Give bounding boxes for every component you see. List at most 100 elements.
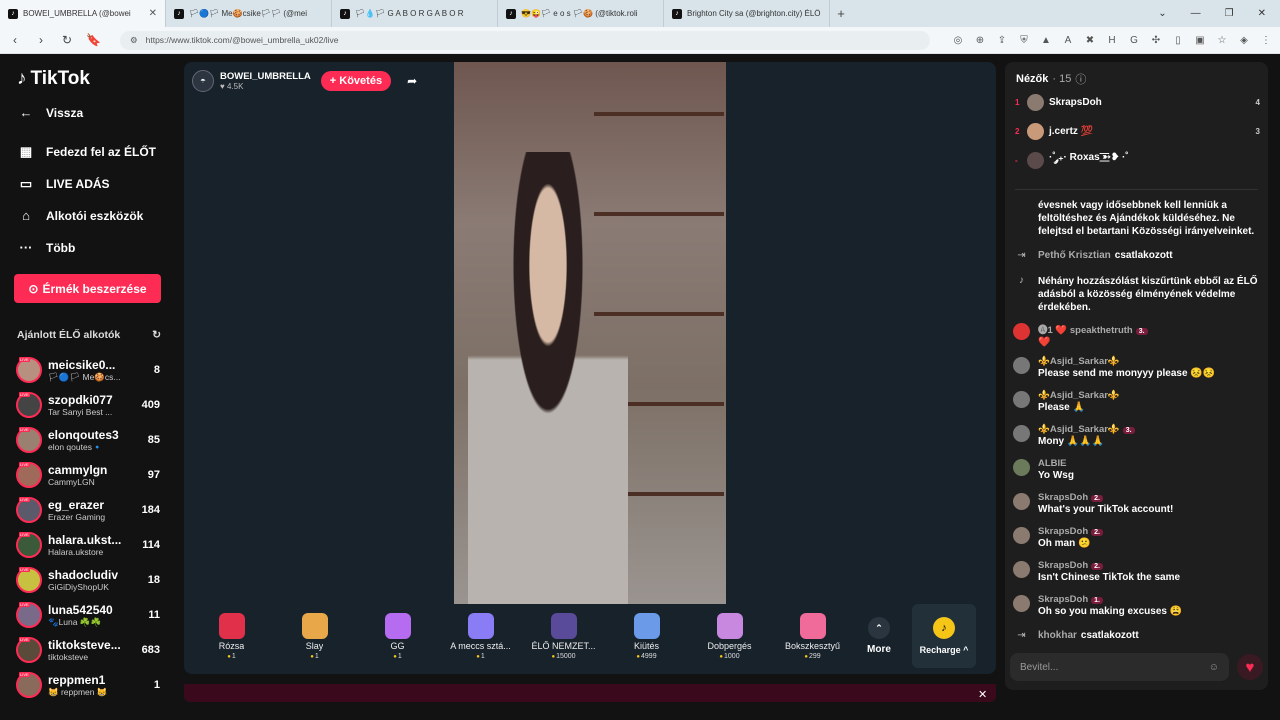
avatar[interactable] — [1013, 425, 1030, 442]
creator-item[interactable]: shadocludivGiGiDiyShopUK 18 — [16, 564, 160, 596]
creator-item[interactable]: halara.ukst...Halara.ukstore 114 — [16, 529, 160, 561]
viewer-row[interactable]: 2 j.certz 💯 3 — [1015, 122, 1260, 140]
back-arrow-icon[interactable]: ‹ — [8, 33, 22, 47]
share-icon[interactable]: ➦ — [407, 74, 417, 88]
join-message: ⇥ Pethő Krisztian csatlakozott — [1013, 250, 1263, 267]
message-user[interactable]: khokhar — [1038, 630, 1077, 641]
gift-item[interactable]: Dobpergés 1000 — [688, 612, 771, 660]
bookmark-icon[interactable]: 🔖 — [86, 33, 101, 47]
reload-icon[interactable]: ↻ — [60, 33, 74, 47]
shield-icon[interactable]: ⛨ — [1018, 35, 1030, 46]
creator-name: tiktoksteve... — [48, 638, 121, 652]
new-tab-button[interactable]: + — [830, 6, 852, 21]
browser-tab[interactable]: ♪ 😎😜🏳 e o s 🏳🍪 (@tiktok.roli — [498, 0, 664, 27]
avatar[interactable] — [1013, 595, 1030, 612]
forward-arrow-icon[interactable]: › — [34, 33, 48, 47]
maximize-icon[interactable]: ❐ — [1225, 8, 1234, 19]
viewer-row[interactable]: - ·˚ ༘₊· Roxas ͟͟͞͞➳❥ ·˚ — [1015, 151, 1260, 169]
message-user[interactable]: ⚜️Asjid_Sarkar⚜️ — [1038, 390, 1120, 401]
message-user[interactable]: SkrapsDoh — [1038, 560, 1088, 571]
more-gifts-button[interactable]: ⌃ More — [854, 617, 904, 655]
zoom-icon[interactable]: ⊕ — [974, 35, 986, 46]
wallet-icon[interactable]: ▣ — [1194, 35, 1206, 46]
avatar[interactable] — [1013, 561, 1030, 578]
close-icon[interactable]: ✕ — [978, 688, 987, 701]
gift-item[interactable]: Bokszkesztyű 299 — [771, 612, 854, 660]
bottom-banner[interactable] — [184, 684, 996, 702]
extension-icon[interactable]: H — [1106, 35, 1118, 46]
creator-item[interactable]: cammylgnCammyLGN 97 — [16, 459, 160, 491]
gift-item[interactable]: ÉLŐ NEMZET... 15000 — [522, 612, 605, 660]
broadcast-icon[interactable]: ◎ — [952, 35, 964, 46]
avatar[interactable] — [1013, 391, 1030, 408]
url-field[interactable]: ⚙ https://www.tiktok.com/@bowei_umbrella_… — [120, 30, 930, 50]
chevron-down-icon[interactable]: ⌄ — [1158, 8, 1166, 19]
menu-icon[interactable]: ⋮ — [1260, 35, 1272, 46]
nav-explore-live[interactable]: ▦ Fedezd fel az ÉLŐT — [18, 144, 156, 160]
close-icon[interactable]: ✕ — [1258, 8, 1266, 19]
minimize-icon[interactable]: — — [1191, 8, 1201, 19]
avatar[interactable] — [1013, 357, 1030, 374]
creator-item[interactable]: meicsike0...🏳🔵🏳 Me🍪cs... 8 — [16, 354, 160, 386]
emoji-icon[interactable]: ☺ — [1209, 662, 1219, 673]
creator-item[interactable]: tiktoksteve...tiktoksteve 683 — [16, 634, 160, 666]
live-video[interactable] — [454, 62, 726, 604]
sidebar-icon[interactable]: ▯ — [1172, 35, 1184, 46]
chat-input[interactable]: Bevitel... ☺ — [1010, 653, 1229, 681]
browser-tab[interactable]: ♪ BOWEI_UMBRELLA (@bowei ✕ — [0, 0, 166, 27]
refresh-icon[interactable]: ↻ — [152, 329, 161, 341]
gift-price: 1 — [310, 653, 319, 660]
host-avatar[interactable]: ☂ — [192, 70, 214, 92]
puzzle-icon[interactable]: ✣ — [1150, 35, 1162, 46]
avatar[interactable] — [1013, 493, 1030, 510]
translate-icon[interactable]: A — [1062, 35, 1074, 46]
message-user[interactable]: Pethő Krisztian — [1038, 250, 1111, 261]
message-user[interactable]: ALBIE — [1038, 458, 1067, 469]
info-icon[interactable]: ⓘ — [1075, 71, 1086, 87]
tiktok-logo[interactable]: ♪ TikTok — [17, 68, 90, 90]
message-user[interactable]: SkrapsDoh — [1038, 492, 1088, 503]
message-user[interactable]: SkrapsDoh — [1038, 594, 1088, 605]
avatar[interactable] — [1013, 323, 1030, 340]
vpn-icon[interactable]: ◈ — [1238, 35, 1250, 46]
message-user[interactable]: ⚜️Asjid_Sarkar⚜️ — [1038, 356, 1120, 367]
extension-icon[interactable]: G — [1128, 35, 1140, 46]
site-info-icon[interactable]: ⚙ — [130, 35, 138, 46]
message-user[interactable]: 🅐1 ❤️ speakthetruth — [1038, 325, 1133, 336]
nav-more[interactable]: ··· Több — [18, 240, 76, 255]
follow-button[interactable]: + Követés — [320, 71, 392, 91]
creator-item[interactable]: eg_erazerErazer Gaming 184 — [16, 494, 160, 526]
nav-go-live[interactable]: ▭ LIVE ADÁS — [18, 176, 110, 192]
viewer-row[interactable]: 1 SkrapsDoh 4 — [1015, 93, 1260, 111]
browser-tab[interactable]: ♪ Brighton City sa (@brighton.city) ÉLŐ — [664, 0, 830, 27]
creator-item[interactable]: luna542540🐾Luna ☘️☘️ 11 — [16, 599, 160, 631]
host-name[interactable]: BOWEI_UMBRELLA — [220, 71, 311, 82]
share-icon[interactable]: ⇪ — [996, 35, 1008, 46]
close-tab-icon[interactable]: ✕ — [149, 8, 157, 19]
creator-item[interactable]: reppmen1😸 reppmen 😸 1 — [16, 669, 160, 701]
warning-icon[interactable]: ▲ — [1040, 35, 1052, 46]
gift-item[interactable]: Rózsa 1 — [190, 612, 273, 660]
star-icon[interactable]: ☆ — [1216, 35, 1228, 46]
get-coins-button[interactable]: ⊙ Érmék beszerzése — [14, 274, 161, 303]
creator-item[interactable]: szopdki077Tar Sanyi Best ... 409 — [16, 389, 160, 421]
browser-tab[interactable]: ♪ 🏳🔵🏳 Me🍪csike🏳🏳 (@mei — [166, 0, 332, 27]
back-button[interactable]: ← Vissza — [18, 105, 84, 120]
nav-creator-tools[interactable]: ⌂ Alkotói eszközök — [18, 208, 143, 223]
gift-item[interactable]: GG 1 — [356, 612, 439, 660]
more-icon: ··· — [19, 240, 33, 255]
like-heart-button[interactable]: ♥ — [1237, 654, 1263, 680]
message-user[interactable]: SkrapsDoh — [1038, 526, 1088, 537]
creator-item[interactable]: elonqoutes3elon qoutes🔹 85 — [16, 424, 160, 456]
gift-item[interactable]: Slay 1 — [273, 612, 356, 660]
extension-icon[interactable]: ✖ — [1084, 35, 1096, 46]
gift-item[interactable]: A meccs sztá... 1 — [439, 612, 522, 660]
avatar[interactable] — [1013, 459, 1030, 476]
host-info: ☂ BOWEI_UMBRELLA ♥ 4.5K + Követés ➦ — [192, 70, 417, 92]
gift-item[interactable]: Kiütés 4999 — [605, 612, 688, 660]
recharge-button[interactable]: ♪ Recharge ^ — [912, 604, 976, 668]
system-message: évesnek vagy idősebbnek kell lenniük a f… — [1013, 199, 1263, 238]
message-user[interactable]: ⚜️Asjid_Sarkar⚜️ — [1038, 424, 1120, 435]
avatar[interactable] — [1013, 527, 1030, 544]
browser-tab[interactable]: ♪ 🏳💧🏳 G A B O R G A B O R — [332, 0, 498, 27]
